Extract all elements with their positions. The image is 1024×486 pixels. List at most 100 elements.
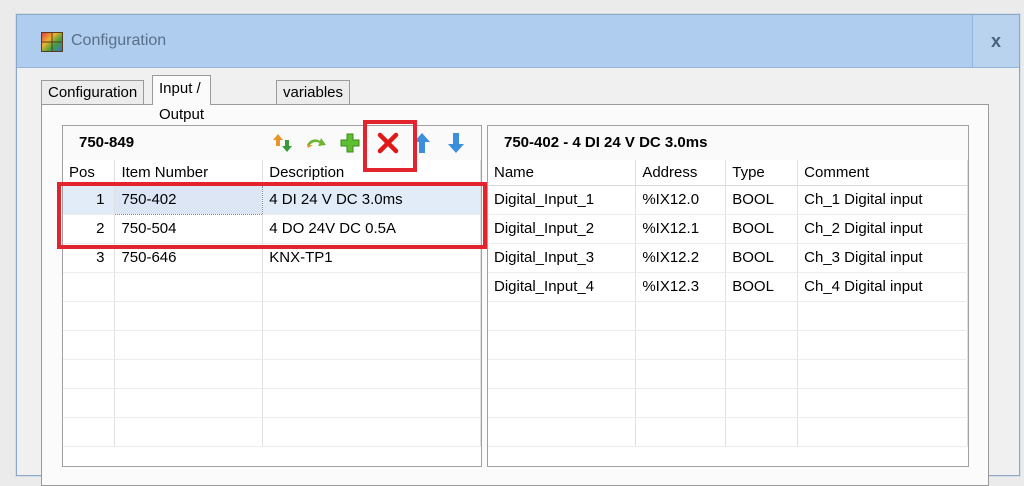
table-row[interactable]	[63, 330, 481, 360]
table-row[interactable]	[63, 301, 481, 331]
row-item-number-cell[interactable]	[114, 359, 264, 389]
table-row[interactable]	[63, 388, 481, 418]
row-description-cell[interactable]	[262, 388, 481, 418]
column-header-pos[interactable]: Pos	[63, 160, 116, 186]
table-row[interactable]: Digital_Input_4 %IX12.3 BOOL Ch_4 Digital i…	[488, 272, 968, 302]
row-description-cell[interactable]: 4 DO 24V DC 0.5A	[262, 214, 481, 244]
row-address-cell[interactable]	[635, 388, 727, 418]
row-type-cell[interactable]: BOOL	[725, 185, 799, 215]
row-comment-cell[interactable]	[797, 388, 968, 418]
column-header-description[interactable]: Description	[262, 160, 481, 186]
row-comment-cell[interactable]: Ch_2 Digital input	[797, 214, 968, 244]
table-row[interactable]	[488, 388, 968, 418]
column-header-comment[interactable]: Comment	[797, 160, 968, 186]
row-pos-cell[interactable]: 3	[63, 243, 116, 273]
row-name-cell[interactable]	[488, 330, 637, 360]
row-comment-cell[interactable]: Ch_1 Digital input	[797, 185, 968, 215]
row-item-number-cell[interactable]	[114, 330, 264, 360]
row-pos-cell[interactable]: 2	[63, 214, 116, 244]
table-row[interactable]	[63, 417, 481, 447]
row-pos-cell[interactable]	[63, 301, 116, 331]
add-icon[interactable]	[338, 131, 362, 155]
column-header-item-number[interactable]: Item Number	[114, 160, 264, 186]
table-row[interactable]: 2 750-504 4 DO 24V DC 0.5A	[63, 214, 481, 244]
row-description-cell[interactable]	[262, 330, 481, 360]
row-description-cell[interactable]: 4 DI 24 V DC 3.0ms	[262, 185, 481, 215]
row-address-cell[interactable]	[635, 359, 727, 389]
table-row[interactable]	[488, 359, 968, 389]
table-row[interactable]	[488, 330, 968, 360]
table-row[interactable]	[63, 359, 481, 389]
column-header-type[interactable]: Type	[725, 160, 799, 186]
arrow-down-icon[interactable]	[444, 131, 468, 155]
close-button[interactable]: x	[972, 15, 1019, 67]
column-header-address[interactable]: Address	[635, 160, 727, 186]
row-address-cell[interactable]	[635, 417, 727, 447]
tab-variables[interactable]: variables	[276, 80, 351, 104]
row-item-number-cell[interactable]	[114, 417, 264, 447]
title-bar[interactable]: Configuration x	[17, 15, 1019, 68]
row-type-cell[interactable]	[725, 330, 799, 360]
row-name-cell[interactable]: Digital_Input_4	[488, 272, 637, 302]
row-comment-cell[interactable]	[797, 417, 968, 447]
row-item-number-cell[interactable]	[114, 301, 264, 331]
row-description-cell[interactable]: KNX-TP1	[262, 243, 481, 273]
row-item-number-cell[interactable]: 750-504	[114, 214, 264, 244]
row-description-cell[interactable]	[262, 272, 481, 302]
sort-icon[interactable]	[271, 131, 295, 155]
row-description-cell[interactable]	[262, 417, 481, 447]
row-type-cell[interactable]	[725, 417, 799, 447]
row-description-cell[interactable]	[262, 301, 481, 331]
row-address-cell[interactable]	[635, 330, 727, 360]
table-row[interactable]: 1 750-402 4 DI 24 V DC 3.0ms	[63, 184, 481, 215]
row-comment-cell[interactable]	[797, 301, 968, 331]
row-pos-cell[interactable]	[63, 359, 116, 389]
row-comment-cell[interactable]	[797, 359, 968, 389]
row-address-cell[interactable]: %IX12.1	[635, 214, 727, 244]
row-name-cell[interactable]	[488, 388, 637, 418]
table-row[interactable]: Digital_Input_1 %IX12.0 BOOL Ch_1 Digital i…	[488, 185, 968, 215]
row-address-cell[interactable]: %IX12.0	[635, 185, 727, 215]
move-icon[interactable]	[304, 131, 328, 155]
row-description-cell[interactable]	[262, 359, 481, 389]
row-name-cell[interactable]	[488, 359, 637, 389]
row-address-cell[interactable]: %IX12.3	[635, 272, 727, 302]
row-type-cell[interactable]	[725, 388, 799, 418]
row-address-cell[interactable]: %IX12.2	[635, 243, 727, 273]
channel-list-pane: 750-402 - 4 DI 24 V DC 3.0ms Name Addres…	[487, 125, 969, 467]
row-item-number-cell[interactable]	[114, 272, 264, 302]
row-pos-cell[interactable]	[63, 417, 116, 447]
row-pos-cell[interactable]: 1	[63, 185, 116, 215]
row-name-cell[interactable]: Digital_Input_1	[488, 185, 637, 215]
table-row[interactable]	[63, 272, 481, 302]
table-row[interactable]	[488, 417, 968, 447]
row-type-cell[interactable]	[725, 359, 799, 389]
row-name-cell[interactable]	[488, 301, 637, 331]
row-type-cell[interactable]: BOOL	[725, 243, 799, 273]
row-item-number-cell[interactable]	[114, 388, 264, 418]
row-name-cell[interactable]: Digital_Input_2	[488, 214, 637, 244]
row-comment-cell[interactable]: Ch_3 Digital input	[797, 243, 968, 273]
table-row[interactable]	[488, 301, 968, 331]
table-row[interactable]: Digital_Input_2 %IX12.1 BOOL Ch_2 Digital i…	[488, 214, 968, 244]
tab-input-output[interactable]: Input / Output	[152, 75, 212, 123]
row-type-cell[interactable]: BOOL	[725, 214, 799, 244]
delete-icon[interactable]	[376, 131, 400, 155]
row-address-cell[interactable]	[635, 301, 727, 331]
row-item-number-cell[interactable]: 750-646	[114, 243, 264, 273]
row-name-cell[interactable]	[488, 417, 637, 447]
column-header-name[interactable]: Name	[488, 160, 637, 186]
arrow-up-icon[interactable]	[410, 131, 434, 155]
table-row[interactable]: 3 750-646 KNX-TP1	[63, 243, 481, 273]
row-comment-cell[interactable]	[797, 330, 968, 360]
row-item-number-cell[interactable]: 750-402	[114, 184, 264, 215]
row-pos-cell[interactable]	[63, 330, 116, 360]
row-type-cell[interactable]	[725, 301, 799, 331]
row-comment-cell[interactable]: Ch_4 Digital input	[797, 272, 968, 302]
row-type-cell[interactable]: BOOL	[725, 272, 799, 302]
row-pos-cell[interactable]	[63, 272, 116, 302]
row-name-cell[interactable]: Digital_Input_3	[488, 243, 637, 273]
tab-configuration[interactable]: Configuration	[41, 80, 145, 104]
row-pos-cell[interactable]	[63, 388, 116, 418]
table-row[interactable]: Digital_Input_3 %IX12.2 BOOL Ch_3 Digital i…	[488, 243, 968, 273]
